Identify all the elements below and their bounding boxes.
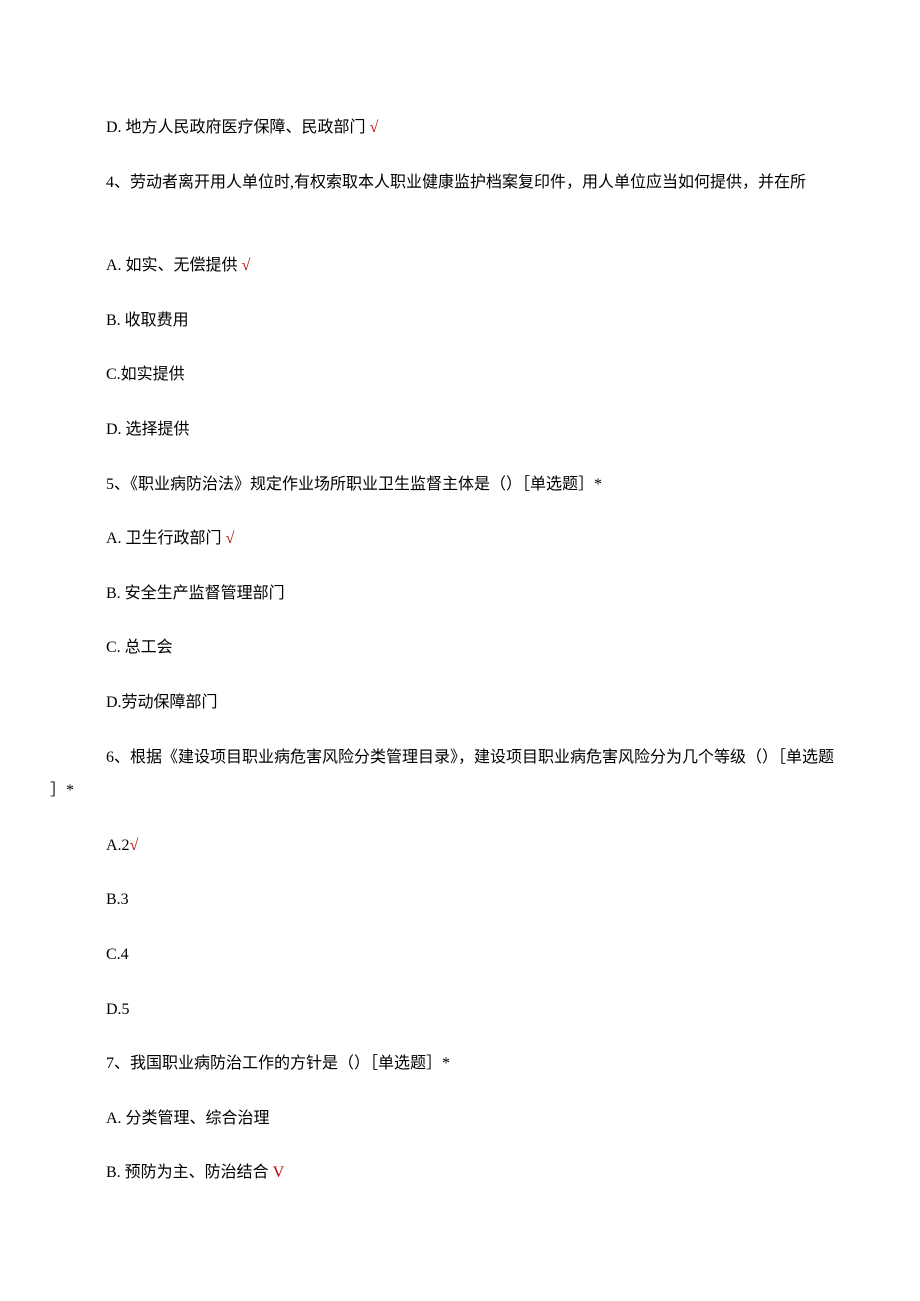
q4-option-b-text: B. 收取费用: [106, 312, 189, 329]
q5-stem: 5、《职业病防治法》规定作业场所职业卫生监督主体是（）［单选题］*: [50, 472, 870, 498]
q4-option-c: C.如实提供: [50, 362, 870, 388]
q6-stem-line1: 6、根据《建设项目职业病危害风险分类管理目录》，建设项目职业病危害风险分为几个等…: [50, 745, 870, 771]
q5-option-a: A. 卫生行政部门 √: [50, 526, 870, 552]
q5-option-c: C. 总工会: [50, 635, 870, 661]
correct-mark-icon: √: [370, 119, 379, 136]
q4-option-a: A. 如实、无偿提供 √: [50, 253, 870, 279]
q3-option-d-text: D. 地方人民政府医疗保障、民政部门: [106, 119, 366, 136]
q7-option-b-text: B. 预防为主、防治结合: [106, 1164, 269, 1181]
q4-option-b: B. 收取费用: [50, 308, 870, 334]
q6-option-a-text: A.2: [106, 837, 130, 854]
q6-option-b: B.3: [50, 887, 870, 913]
correct-mark-icon: √: [226, 530, 235, 547]
q6-stem-line2-text: ］*: [50, 782, 74, 799]
q4-option-d: D. 选择提供: [50, 417, 870, 443]
q5-option-b-text: B. 安全生产监督管理部门: [106, 585, 285, 602]
correct-mark-icon: √: [242, 257, 251, 274]
q4-option-c-text: C.如实提供: [106, 366, 185, 383]
q5-option-b: B. 安全生产监督管理部门: [50, 581, 870, 607]
q4-option-d-text: D. 选择提供: [106, 421, 190, 438]
q6-option-a: A.2√: [50, 833, 870, 859]
q7-stem: 7、我国职业病防治工作的方针是（）［单选题］*: [50, 1051, 870, 1077]
q5-option-c-text: C. 总工会: [106, 639, 173, 656]
q7-option-a: A. 分类管理、综合治理: [50, 1106, 870, 1132]
q3-option-d: D. 地方人民政府医疗保障、民政部门 √: [50, 115, 870, 141]
q6-option-d: D.5: [50, 997, 870, 1023]
correct-mark-icon: V: [273, 1164, 285, 1181]
q4-option-a-text: A. 如实、无偿提供: [106, 257, 238, 274]
q6-option-c-text: C.4: [106, 946, 129, 963]
q7-stem-text: 7、我国职业病防治工作的方针是（）［单选题］*: [106, 1055, 450, 1072]
q5-option-a-text: A. 卫生行政部门: [106, 530, 222, 547]
q6-stem-line2: ］*: [50, 778, 870, 804]
q4-stem-text: 4、劳动者离开用人单位时,有权索取本人职业健康监护档案复印件，用人单位应当如何提…: [106, 174, 806, 191]
q7-option-a-text: A. 分类管理、综合治理: [106, 1110, 270, 1127]
correct-mark-icon: √: [130, 837, 139, 854]
q4-stem: 4、劳动者离开用人单位时,有权索取本人职业健康监护档案复印件，用人单位应当如何提…: [50, 170, 870, 196]
q5-stem-text: 5、《职业病防治法》规定作业场所职业卫生监督主体是（）［单选题］*: [106, 476, 602, 493]
q6-option-c: C.4: [50, 942, 870, 968]
q6-option-d-text: D.5: [106, 1001, 130, 1018]
q6-option-b-text: B.3: [106, 891, 129, 908]
q5-option-d-text: D.劳动保障部门: [106, 694, 218, 711]
q5-option-d: D.劳动保障部门: [50, 690, 870, 716]
q7-option-b: B. 预防为主、防治结合 V: [50, 1160, 870, 1186]
q6-stem-line1-text: 6、根据《建设项目职业病危害风险分类管理目录》，建设项目职业病危害风险分为几个等…: [106, 749, 834, 766]
